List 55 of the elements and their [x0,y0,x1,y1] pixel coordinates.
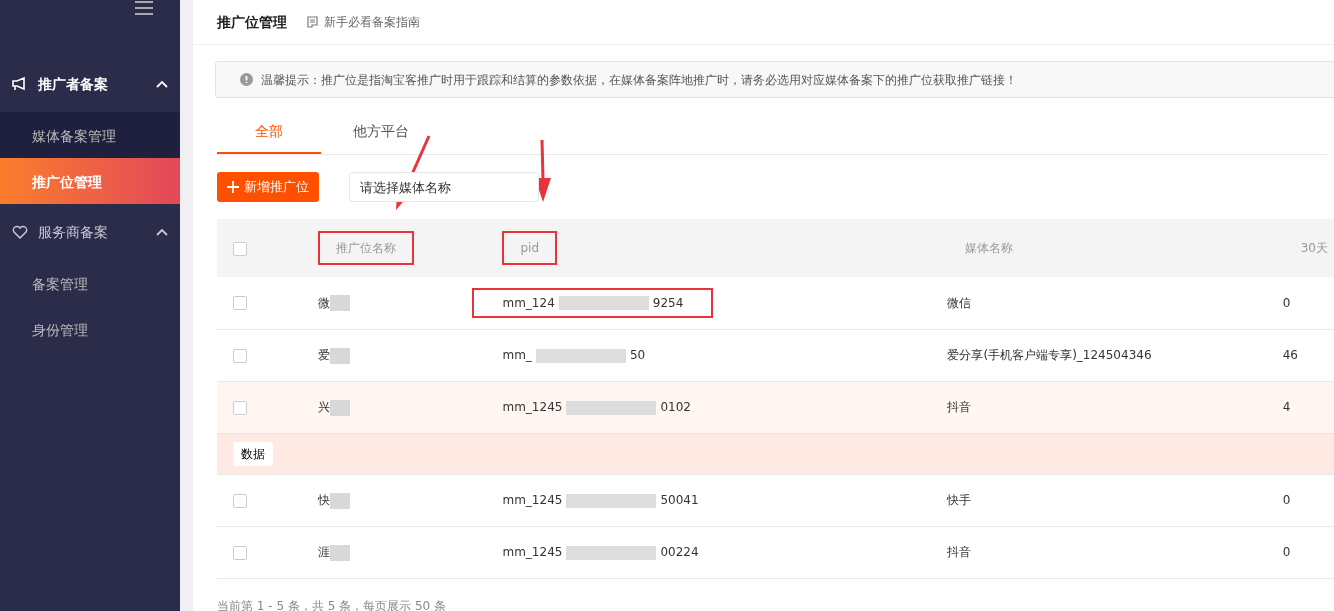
row-checkbox[interactable] [233,545,247,560]
pagination-summary: 当前第 1 - 5 条，共 5 条，每页展示 50 条 [217,597,448,611]
table-cell: mm_ [502,348,532,362]
column-header: 媒体名称 [964,240,1015,257]
table-cell: 46 [1282,348,1298,362]
column-header: 30天 [1299,240,1329,257]
menu-icon[interactable] [134,0,154,16]
table-cell: 0 [1282,493,1291,507]
redaction-block [329,347,350,364]
notice-text: 温馨提示：推广位是指淘宝客推广时用于跟踪和结算的参数依据，在媒体备案阵地推广时，请务必选用对应媒体备案下的推广位获取推广链接！ [261,71,1017,89]
sidebar-group[interactable]: 推广者备案 [0,56,180,112]
row-checkbox[interactable] [233,296,247,311]
table-cell: 50041 [660,493,699,507]
column-header: pid [502,231,558,265]
table-cell: 涯 [317,545,330,559]
select-all-checkbox[interactable] [233,241,247,256]
table-cell: 爱分享(手机客户端专享)_124504346 [947,348,1152,362]
guide-link[interactable]: 新手必看备案指南 [307,13,420,31]
redaction-block [329,544,350,561]
table-cell: 00224 [660,545,699,559]
table-cell: mm_1245 [502,400,563,414]
redaction-block [329,492,350,509]
megaphone-icon [12,77,28,91]
table-cell: 0 [1282,295,1291,310]
table-cell: 4 [1282,400,1291,414]
redaction-block [329,399,350,416]
document-icon [307,16,318,28]
table-cell: 50 [629,348,646,362]
table-cell: mm_1245 [502,545,563,559]
table-cell: 兴 [317,400,330,414]
table-cell: 微 [317,295,330,310]
data-button[interactable]: 数据 [233,441,273,466]
table-cell: 微信 [947,295,972,310]
media-select[interactable]: 请选择媒体名称 [349,172,539,202]
tab[interactable]: 他方平台 [321,110,441,154]
table-cell: 爱 [317,348,330,362]
table-cell: 抖音 [947,400,972,414]
row-checkbox[interactable] [233,400,247,415]
info-icon [240,73,253,86]
sidebar-item[interactable]: 媒体备案管理 [0,112,180,158]
plus-icon [227,181,239,193]
table-cell: 抖音 [947,545,972,559]
table-cell: 快手 [947,493,972,507]
table-cell: mm_124 [502,295,555,310]
sidebar-group[interactable]: 服务商备案 [0,204,180,260]
redaction-block [329,295,350,312]
row-checkbox[interactable] [233,493,247,508]
page-title: 推广位管理 [217,12,287,32]
row-checkbox[interactable] [233,348,247,363]
column-header: 推广位名称 [317,231,414,265]
table-cell: 9254 [652,295,684,310]
table-cell: mm_1245 [502,493,563,507]
table-cell: 0102 [660,400,691,414]
table-cell: 快 [317,493,330,507]
table-cell: 0 [1282,545,1291,559]
